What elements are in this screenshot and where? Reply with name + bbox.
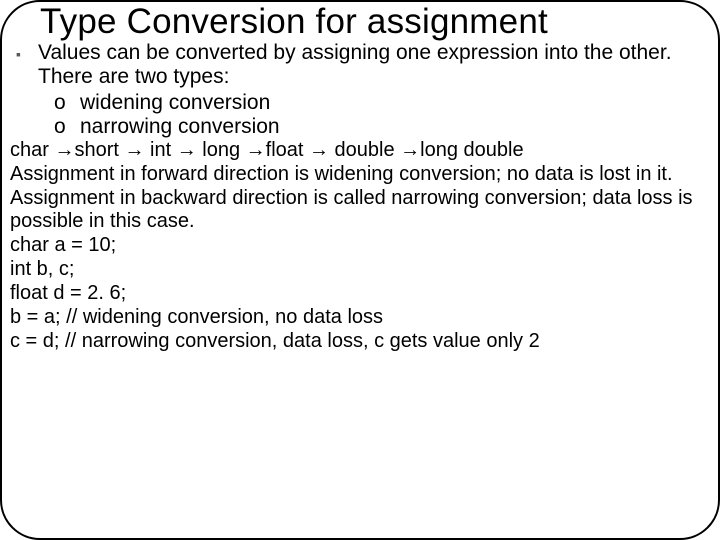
- bullet-text: Values can be converted by assigning one…: [38, 41, 710, 89]
- body-content: ▪ Values can be converted by assigning o…: [8, 41, 710, 140]
- sub-marker: o: [54, 91, 80, 115]
- sub-marker: o: [54, 115, 80, 139]
- explanation-block: char →short → int → long →float → double…: [8, 139, 710, 354]
- slide-frame: Type Conversion for assignment ▪ Values …: [0, 0, 720, 540]
- sub-item: o widening conversion: [54, 91, 710, 115]
- code-line: c = d; // narrowing conversion, data los…: [10, 330, 710, 354]
- code-line: b = a; // widening conversion, no data l…: [10, 306, 710, 330]
- slide-title: Type Conversion for assignment: [8, 4, 710, 41]
- sub-text: narrowing conversion: [80, 115, 280, 139]
- sub-item: o narrowing conversion: [54, 115, 710, 139]
- text-line: Assignment in backward direction is call…: [10, 187, 710, 234]
- bullet-marker: ▪: [16, 41, 38, 89]
- sub-list: o widening conversion o narrowing conver…: [8, 89, 710, 139]
- text-line: Assignment in forward direction is widen…: [10, 163, 710, 187]
- code-line: int b, c;: [10, 258, 710, 282]
- bullet-item: ▪ Values can be converted by assigning o…: [8, 41, 710, 89]
- type-chain: char →short → int → long →float → double…: [10, 139, 710, 163]
- sub-text: widening conversion: [80, 91, 270, 115]
- code-line: char a = 10;: [10, 234, 710, 258]
- code-line: float d = 2. 6;: [10, 282, 710, 306]
